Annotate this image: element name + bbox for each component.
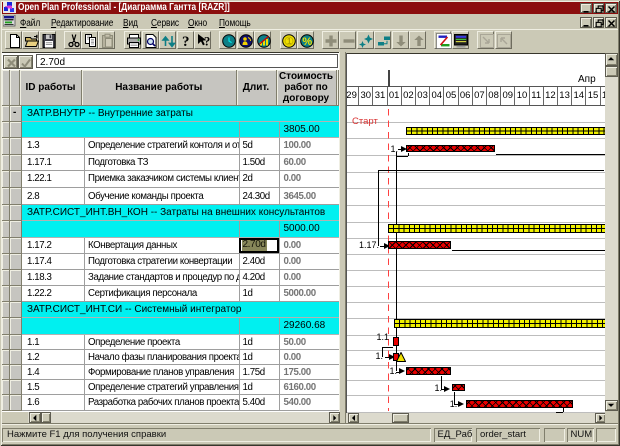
svg-text:%: % bbox=[302, 35, 312, 47]
svg-text:1: 1 bbox=[287, 37, 292, 46]
svg-text:?: ? bbox=[204, 34, 210, 48]
svg-text:?: ? bbox=[182, 34, 190, 49]
